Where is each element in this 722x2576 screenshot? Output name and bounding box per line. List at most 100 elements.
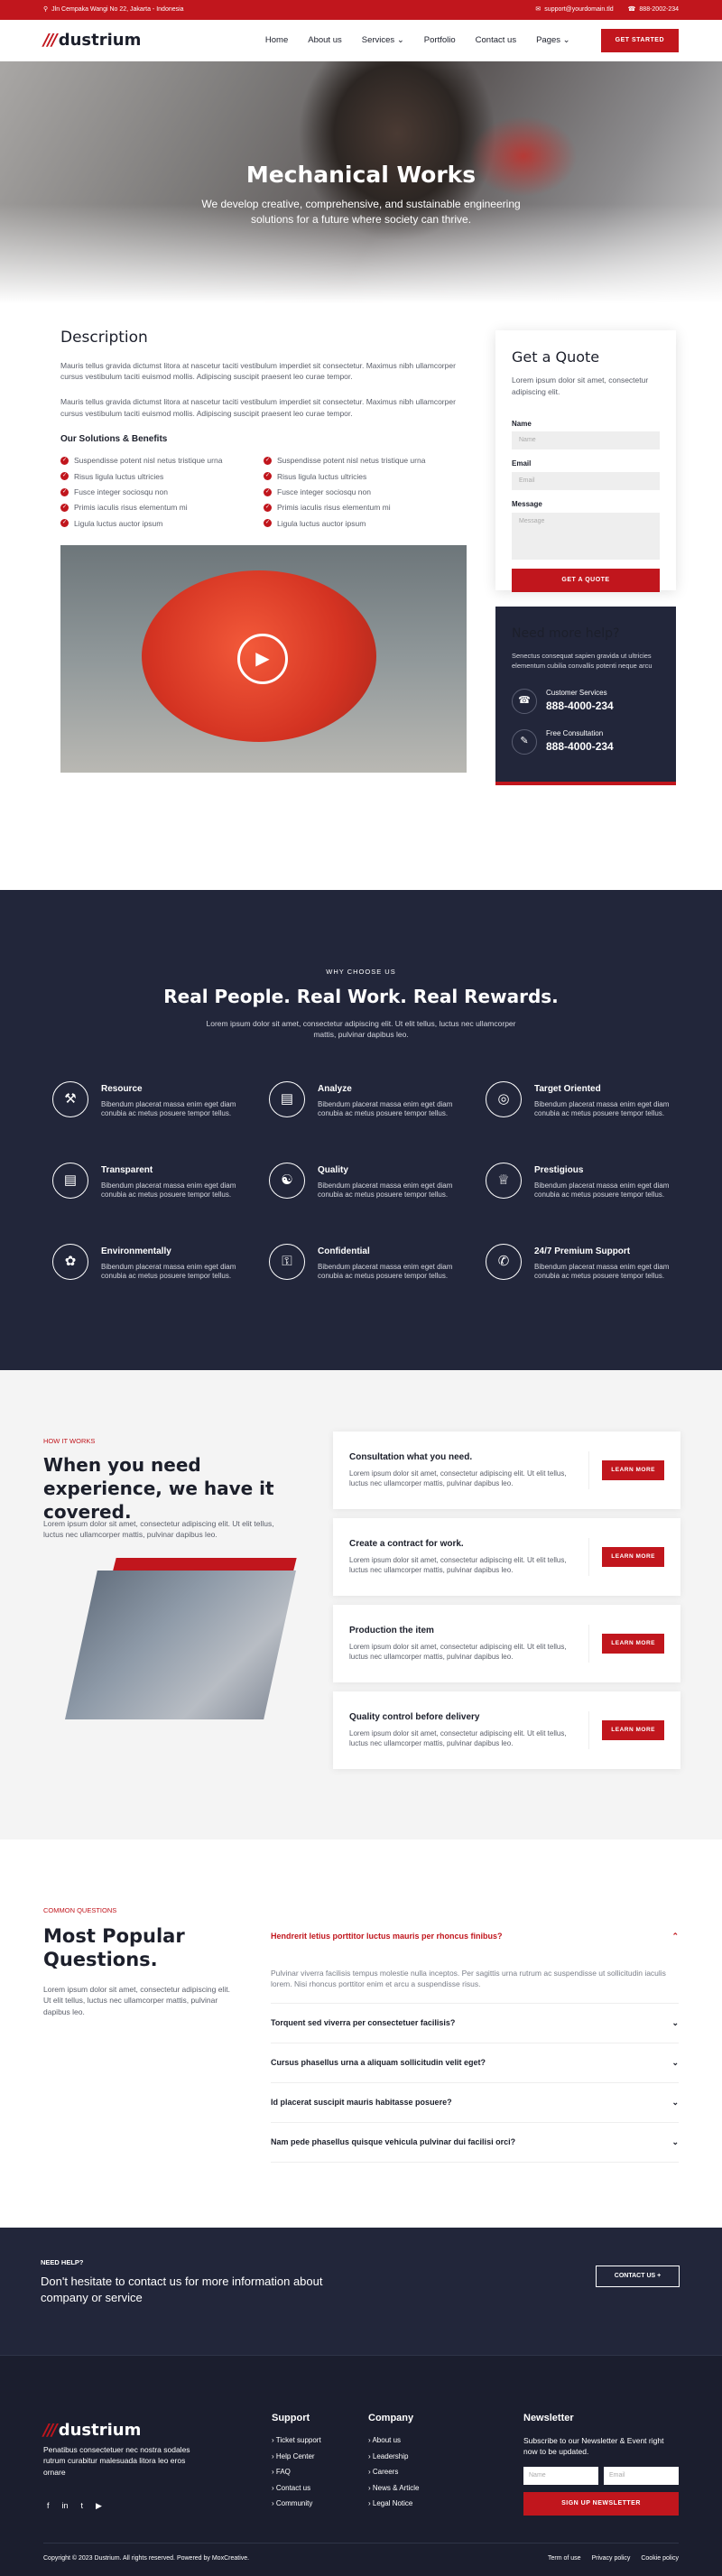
tools-icon: ⚒	[52, 1081, 88, 1117]
list-item: ✓ Fusce integer sociosqu non	[264, 486, 467, 497]
document-icon: ▤	[52, 1163, 88, 1199]
nav-services-label: Services	[361, 35, 395, 46]
terms-link[interactable]: Term of use	[548, 2554, 581, 2563]
contact-us-button[interactable]: CONTACT US +	[596, 2266, 680, 2287]
hero-title: Mechanical Works	[245, 162, 477, 188]
check-icon: ✓	[264, 487, 272, 496]
nav-home[interactable]: Home	[265, 34, 288, 47]
footer-link[interactable]: › Help Center	[272, 2451, 321, 2462]
feature-title: 24/7 Premium Support	[534, 1246, 631, 1256]
footer-link[interactable]: › Leadership	[368, 2451, 419, 2462]
get-started-button[interactable]: GET STARTED	[600, 28, 679, 53]
name-field[interactable]: Name	[512, 431, 660, 450]
social-links: f in t ▶	[47, 2500, 102, 2512]
help-box: Need more help? Senectus consequat sapie…	[495, 607, 676, 785]
learn-more-button[interactable]: LEARN MORE	[602, 1547, 664, 1567]
company-column: Company › About us › Leadership › Career…	[368, 2412, 419, 2515]
solutions-title: Our Solutions & Benefits	[60, 433, 168, 444]
column-title: Newsletter	[523, 2413, 574, 2423]
description-paragraph: Mauris tellus gravida dictumst litora at…	[60, 360, 456, 381]
check-icon: ✓	[264, 472, 272, 481]
footer-link[interactable]: › Community	[272, 2498, 321, 2509]
step-text: Lorem ipsum dolor sit amet, consectetur …	[349, 1469, 567, 1488]
linkedin-icon[interactable]: in	[62, 2500, 69, 2512]
feature-text: Bibendum placerat massa enim eget diam c…	[101, 1181, 236, 1200]
get-quote-button[interactable]: GET A QUOTE	[512, 568, 660, 592]
facebook-icon[interactable]: f	[47, 2500, 50, 2512]
feature-text: Bibendum placerat massa enim eget diam c…	[534, 1099, 670, 1118]
nav-portfolio[interactable]: Portfolio	[424, 34, 456, 47]
list-item: ✓ Primis iaculis risus elementum mi	[264, 502, 467, 513]
email-link[interactable]: support@yourdomain.tld	[544, 6, 613, 13]
customer-service[interactable]: ☎ Customer Services 888-4000-234	[512, 688, 660, 714]
link-text: Leadership	[372, 2451, 409, 2460]
why-subtitle: Lorem ipsum dolor sit amet, consectetur …	[206, 1019, 516, 1040]
workers-image	[45, 1558, 302, 1728]
newsletter-email-field[interactable]: Email	[604, 2466, 679, 2485]
check-icon: ✓	[60, 519, 69, 528]
section-eyebrow: WHY CHOOSE US	[326, 968, 396, 976]
footer-logo[interactable]: ///dustrium	[43, 2419, 141, 2442]
check-icon: ✓	[264, 457, 272, 466]
footer-link[interactable]: › Ticket support	[272, 2435, 321, 2446]
nav-contact[interactable]: Contact us	[476, 34, 516, 47]
footer-link[interactable]: › FAQ	[272, 2467, 321, 2478]
contact-cta: NEED HELP? Don't hesitate to contact us …	[0, 2228, 722, 2356]
lock-icon: ⚿	[269, 1244, 305, 1280]
free-consultation[interactable]: ✎ Free Consultation 888-4000-234	[512, 728, 660, 755]
feature-text: Bibendum placerat massa enim eget diam c…	[318, 1262, 453, 1281]
learn-more-button[interactable]: LEARN MORE	[602, 1720, 664, 1740]
footer-link[interactable]: › About us	[368, 2435, 419, 2446]
nav-services[interactable]: Services ⌄	[362, 34, 404, 47]
faq-question[interactable]: Nam pede phasellus quisque vehicula pulv…	[271, 2123, 679, 2163]
cookie-link[interactable]: Cookie policy	[641, 2554, 679, 2563]
list-item: ✓ Risus ligula luctus ultricies	[60, 471, 264, 482]
feature-title: Confidential	[318, 1246, 370, 1256]
feature-resource: ⚒ Resource Bibendum placerat massa enim eg…	[52, 1081, 251, 1119]
video-thumbnail[interactable]: ▶	[60, 544, 467, 773]
newsletter-signup-button[interactable]: SIGN UP NEWSLETTER	[523, 2491, 679, 2516]
target-icon: ◎	[486, 1081, 522, 1117]
learn-more-button[interactable]: LEARN MORE	[602, 1460, 664, 1480]
newsletter-name-field[interactable]: Name	[523, 2466, 598, 2485]
hero-banner: Mechanical Works We develop creative, co…	[0, 61, 722, 303]
nav-pages[interactable]: Pages ⌄	[536, 34, 570, 47]
step-card: Consultation what you need. Lorem ipsum d…	[333, 1432, 680, 1509]
chevron-down-icon: ⌄	[562, 35, 570, 46]
footer-link[interactable]: › Legal Notice	[368, 2498, 419, 2509]
link-text: Contact us	[275, 2483, 311, 2492]
feature-quality: ☯ Quality Bibendum placerat massa enim ege…	[269, 1163, 467, 1200]
leaf-icon: ✿	[52, 1244, 88, 1280]
youtube-icon[interactable]: ▶	[96, 2500, 102, 2512]
feature-transparent: ▤ Transparent Bibendum placerat massa enim…	[52, 1163, 251, 1200]
how-it-works-section: HOW IT WORKS When you need experience, w…	[0, 1370, 722, 1839]
play-icon[interactable]: ▶	[237, 633, 288, 684]
twitter-icon[interactable]: t	[81, 2500, 84, 2512]
faq-question-open[interactable]: Hendrerit letius porttitor luctus mauris…	[271, 1917, 679, 1957]
message-field[interactable]: Message	[512, 512, 660, 560]
consult-phone: 888-4000-234	[546, 739, 614, 753]
site-logo[interactable]: ///dustrium	[43, 29, 141, 52]
feature-prestigious: ♕ Prestigious Bibendum placerat massa enim…	[486, 1163, 684, 1200]
phone-icon: ☎	[512, 688, 537, 714]
faq-question[interactable]: Id placerat suscipit mauris habitasse po…	[271, 2083, 679, 2123]
name-label: Name	[512, 419, 532, 428]
step-text: Lorem ipsum dolor sit amet, consectetur …	[349, 1555, 567, 1575]
quote-form: Get a Quote Lorem ipsum dolor sit amet, …	[495, 330, 676, 592]
learn-more-button[interactable]: LEARN MORE	[602, 1634, 664, 1654]
mail-icon: ✉	[535, 5, 542, 13]
faq-question[interactable]: Torquent sed viverra per consectetuer fa…	[271, 2004, 679, 2043]
faq-question[interactable]: Cursus phasellus urna a aliquam sollicit…	[271, 2043, 679, 2083]
feature-title: Environmentally	[101, 1246, 171, 1256]
privacy-link[interactable]: Privacy policy	[592, 2554, 631, 2563]
cta-eyebrow: NEED HELP?	[41, 2258, 84, 2266]
nav-about[interactable]: About us	[308, 34, 342, 47]
feature-text: Bibendum placerat massa enim eget diam c…	[534, 1262, 670, 1281]
footer-link[interactable]: › Contact us	[272, 2483, 321, 2494]
newsletter-text: Subscribe to our Newsletter & Event righ…	[523, 2435, 664, 2457]
email-field[interactable]: Email	[512, 472, 660, 490]
footer-link[interactable]: › News & Article	[368, 2483, 419, 2494]
feature-text: Bibendum placerat massa enim eget diam c…	[101, 1099, 236, 1118]
phone-link[interactable]: 888-2002-234	[639, 6, 679, 13]
footer-link[interactable]: › Careers	[368, 2467, 419, 2478]
